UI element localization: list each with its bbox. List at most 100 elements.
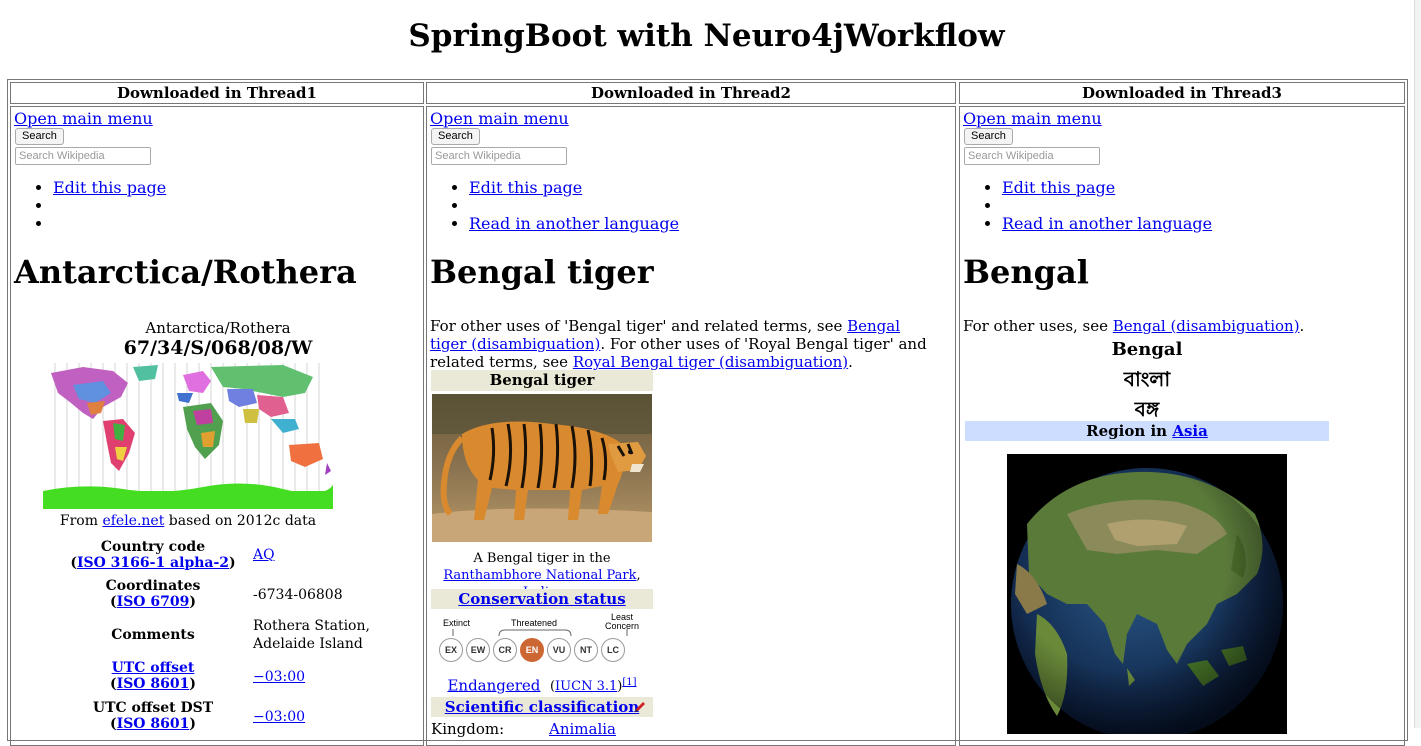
column-header-thread3: Downloaded in Thread3: [959, 82, 1405, 104]
table-row: Coordinates (ISO 6709): [53, 578, 253, 610]
hatnote: For other uses, see Bengal (disambiguati…: [963, 317, 1304, 335]
comments-label: Comments: [111, 627, 195, 643]
edit-page-link[interactable]: Edit this page: [469, 178, 582, 197]
ranthambhore-link[interactable]: Ranthambhore National Park: [443, 568, 636, 583]
status-brackets: [452, 629, 628, 636]
region-header: Region in Asia: [965, 421, 1329, 441]
infobox-title: Bengal tiger: [431, 370, 653, 391]
column-header-thread2: Downloaded in Thread2: [426, 82, 956, 104]
page-actions-list: Edit this page Read in another language: [984, 179, 1212, 233]
status-chip-ex: EX: [439, 638, 463, 662]
search-input[interactable]: Search Wikipedia: [15, 147, 151, 165]
reference-link[interactable]: [1]: [622, 677, 636, 688]
edit-pencil-icon[interactable]: [633, 700, 647, 714]
name-english: Bengal: [1111, 339, 1183, 360]
conservation-status-header: Conservation status: [431, 589, 653, 609]
iso-8601-link[interactable]: ISO 8601: [117, 716, 190, 732]
table-row: UTC offset DST (ISO 8601): [53, 700, 253, 732]
search-button[interactable]: Search: [431, 128, 480, 145]
iso-8601-link[interactable]: ISO 8601: [117, 676, 190, 692]
scientific-classification-link[interactable]: Scientific classification: [445, 698, 639, 716]
open-main-menu-link[interactable]: Open main menu: [14, 109, 153, 128]
status-line: Endangered (IUCN 3.1)[1]: [431, 675, 653, 694]
open-main-menu-link[interactable]: Open main menu: [963, 109, 1102, 128]
thread3-cell: Open main menu Search Search Wikipedia E…: [959, 106, 1405, 746]
caption-text: based on 2012c data: [164, 513, 317, 529]
globe-map-image: [1007, 454, 1287, 734]
paren: ): [189, 716, 196, 732]
search-button[interactable]: Search: [964, 128, 1013, 145]
status-chip-nt: NT: [574, 638, 598, 662]
table-row: UTC offset (ISO 8601): [53, 660, 253, 692]
paren: (: [110, 716, 117, 732]
tiger-photo: [432, 394, 652, 542]
coordinates-label: Coordinates: [105, 578, 201, 594]
paren: (: [110, 594, 117, 610]
adjacent-window-edge: [1414, 0, 1421, 728]
conservation-status-link[interactable]: Conservation status: [458, 590, 625, 608]
asia-link[interactable]: Asia: [1172, 422, 1208, 440]
article-title: Antarctica/Rothera: [14, 253, 357, 291]
paren: ): [189, 594, 196, 610]
list-item: [53, 215, 166, 233]
list-item: [1002, 197, 1212, 215]
classification-row: Kingdom: Animalia: [431, 720, 653, 738]
status-chip-cr: CR: [493, 638, 517, 662]
threads-table: Downloaded in Thread1 Downloaded in Thre…: [7, 79, 1408, 746]
read-another-language-link[interactable]: Read in another language: [469, 214, 679, 233]
hatnote-text: For other uses of 'Bengal tiger' and rel…: [430, 317, 848, 335]
utc-offset-link[interactable]: UTC offset: [112, 660, 195, 676]
search-button[interactable]: Search: [15, 128, 64, 145]
iso-6709-link[interactable]: ISO 6709: [117, 594, 190, 610]
column-header-thread1: Downloaded in Thread1: [10, 82, 424, 104]
name-bengali: বাংলা: [1123, 367, 1171, 391]
list-item: [469, 197, 679, 215]
hatnote-text: For other uses, see: [963, 317, 1113, 335]
status-chip-en: EN: [520, 638, 544, 662]
list-item: [53, 197, 166, 215]
list-item: Edit this page: [53, 179, 166, 197]
read-another-language-link[interactable]: Read in another language: [1002, 214, 1212, 233]
status-chip-ew: EW: [466, 638, 490, 662]
status-chip-lc: LC: [601, 638, 625, 662]
threatened-label: Threatened: [511, 618, 558, 628]
bengal-disambiguation-link[interactable]: Bengal (disambiguation): [1113, 317, 1300, 335]
paren: (: [70, 555, 77, 571]
thread1-cell: Open main menu Search Search Wikipedia E…: [10, 106, 424, 746]
caption-text: From: [59, 513, 103, 529]
animalia-link[interactable]: Animalia: [549, 720, 616, 738]
kingdom-label: Kingdom:: [431, 720, 505, 738]
country-code-value-link[interactable]: AQ: [253, 547, 275, 563]
search-input[interactable]: Search Wikipedia: [964, 147, 1100, 165]
utc-offset-dst-label: UTC offset DST: [92, 700, 214, 716]
caption-text: ,: [636, 568, 641, 583]
iso-3166-link[interactable]: ISO 3166-1 alpha-2: [77, 555, 229, 571]
endangered-link[interactable]: Endangered: [447, 676, 540, 694]
table-row: Country code (ISO 3166-1 alpha-2): [53, 539, 253, 571]
tz-subtitle: Antarctica/Rothera: [145, 319, 291, 337]
hatnote: For other uses of 'Bengal tiger' and rel…: [430, 317, 940, 371]
iucn-link[interactable]: IUCN 3.1: [555, 679, 617, 694]
comments-value-line1: Rothera Station,: [253, 618, 370, 634]
caption-text: A Bengal tiger in the: [473, 551, 611, 566]
edit-page-link[interactable]: Edit this page: [53, 178, 166, 197]
coordinates-value: -6734-06808: [253, 587, 343, 603]
search-input[interactable]: Search Wikipedia: [431, 147, 567, 165]
map-caption: From efele.net based on 2012c data: [43, 513, 333, 529]
paren: (: [110, 676, 117, 692]
royal-bengal-tiger-disambiguation-link[interactable]: Royal Bengal tiger (disambiguation): [573, 353, 848, 371]
list-item: Read in another language: [1002, 215, 1212, 233]
paren: ): [229, 555, 236, 571]
hatnote-text: .: [848, 353, 853, 371]
utc-offset-dst-value-link[interactable]: −03:00: [253, 709, 305, 725]
open-main-menu-link[interactable]: Open main menu: [430, 109, 569, 128]
timezone-map-image: [43, 363, 333, 509]
extinct-label: Extinct: [443, 618, 471, 628]
efele-link[interactable]: efele.net: [102, 513, 164, 529]
edit-page-link[interactable]: Edit this page: [1002, 178, 1115, 197]
utc-offset-value-link[interactable]: −03:00: [253, 669, 305, 685]
article-title: Bengal: [963, 253, 1089, 291]
infobox: Bengal tiger A Bengal tiger in the Ranth…: [431, 370, 653, 738]
country-code-label: Country code: [100, 539, 206, 555]
status-ref: (IUCN 3.1)[1]: [550, 677, 637, 694]
